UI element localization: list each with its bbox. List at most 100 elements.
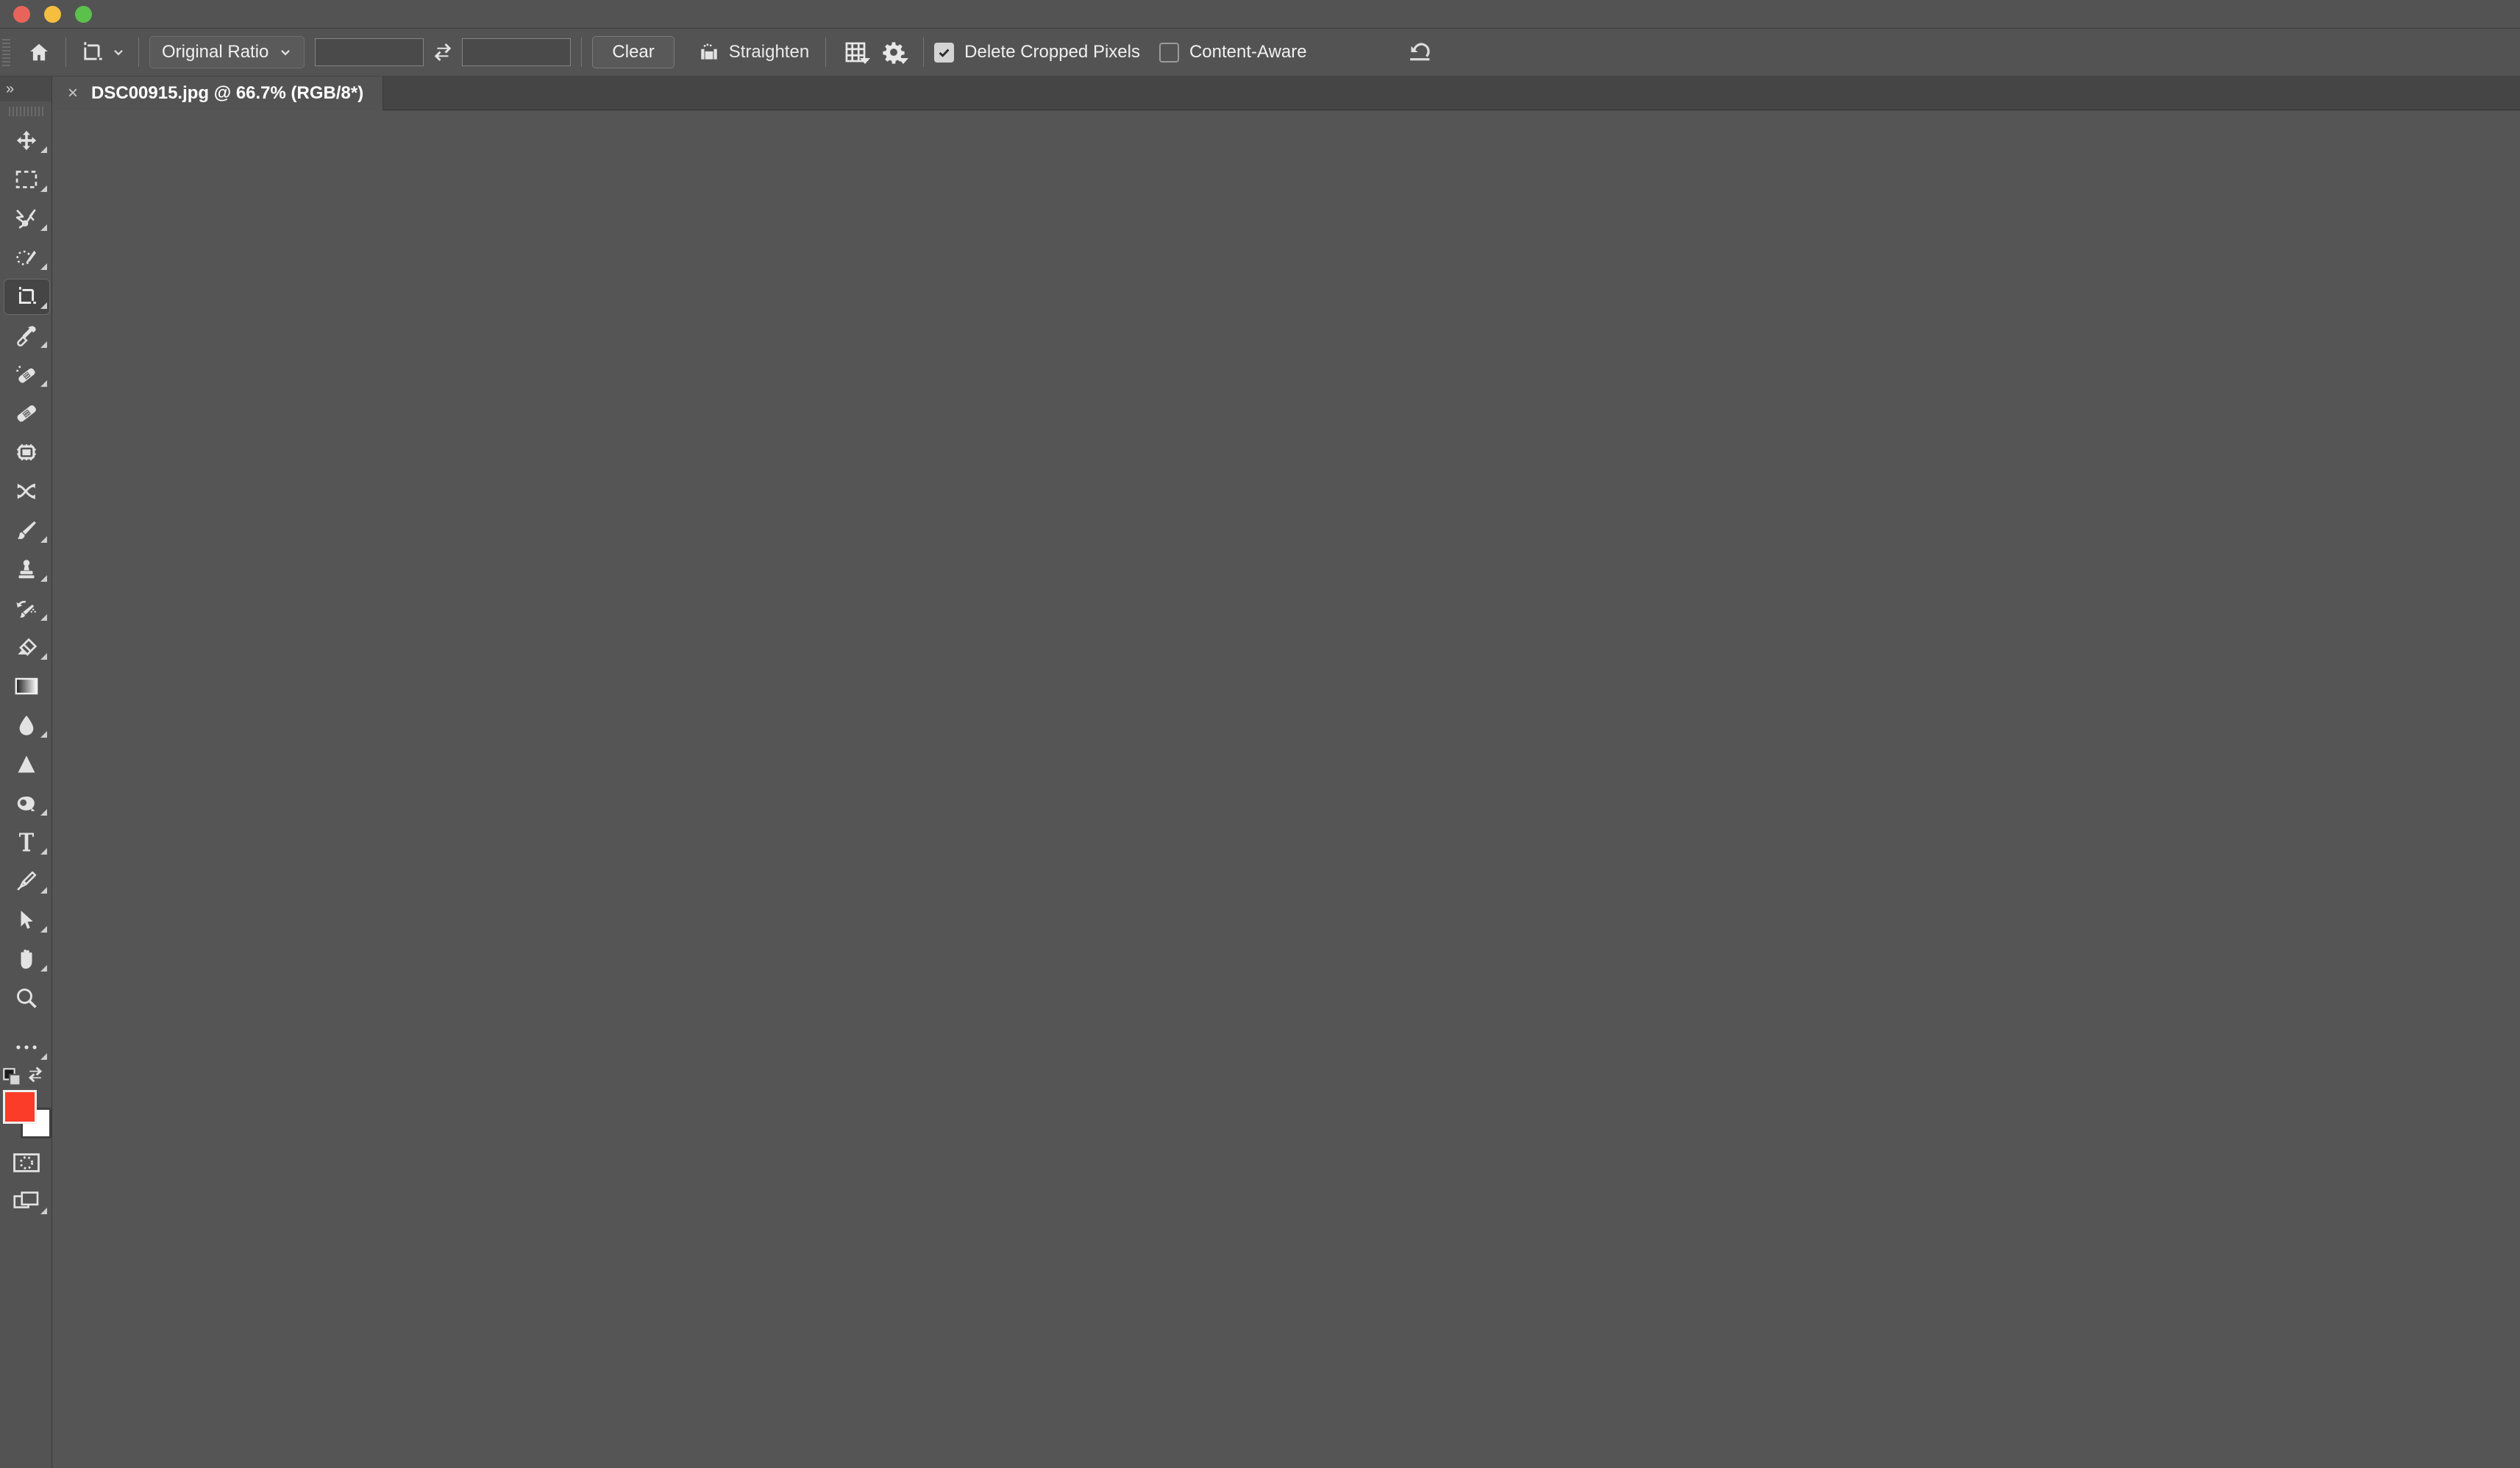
foreground-color-swatch[interactable] xyxy=(3,1090,37,1124)
screen-mode-icon xyxy=(13,1191,38,1208)
aspect-ratio-value: Original Ratio xyxy=(162,42,269,62)
crop-tool-icon xyxy=(84,42,102,60)
canvas-workspace[interactable] xyxy=(53,110,2520,1468)
expand-panel-button[interactable]: » xyxy=(0,76,51,101)
reset-undo-icon[interactable] xyxy=(1398,35,1442,69)
chevron-down-icon xyxy=(114,49,123,56)
tools-panel: » xyxy=(0,76,52,1468)
separator xyxy=(581,38,583,67)
separator xyxy=(138,38,139,67)
home-icon[interactable] xyxy=(23,36,55,68)
ellipsis-icon xyxy=(15,1044,37,1050)
sidebar-tool-brush[interactable] xyxy=(0,510,52,549)
sponge-icon xyxy=(17,796,35,811)
sidebar-tool-dodge[interactable] xyxy=(0,744,52,783)
sidebar-tool-hand[interactable] xyxy=(0,939,52,978)
content-aware-option[interactable]: Content-Aware xyxy=(1158,36,1307,68)
content-aware-checkbox[interactable] xyxy=(1158,42,1179,63)
sidebar-tool-pen[interactable] xyxy=(0,861,52,900)
sidebar-tool-eyedropper[interactable] xyxy=(0,316,52,354)
color-control-row xyxy=(0,1066,52,1086)
gradient-icon xyxy=(15,677,38,694)
tools-panel-drag-handle[interactable] xyxy=(0,101,51,121)
crop-width-input[interactable] xyxy=(315,38,424,66)
quick-mask-icon xyxy=(13,1152,40,1172)
swap-colors-icon[interactable] xyxy=(26,1066,45,1087)
expand-chevrons-icon: » xyxy=(6,80,14,97)
shuffle-icon xyxy=(17,482,35,499)
delete-cropped-pixels-option[interactable]: Delete Cropped Pixels xyxy=(934,36,1140,68)
sidebar-tool-history-brush[interactable] xyxy=(0,588,52,627)
close-icon[interactable]: × xyxy=(68,85,78,102)
separator xyxy=(923,38,925,67)
crop-height-input[interactable] xyxy=(462,38,572,66)
minimize-window-button[interactable] xyxy=(44,6,61,23)
separator xyxy=(65,38,66,67)
sidebar-tool-lasso[interactable] xyxy=(0,199,52,238)
sidebar-tool-blur[interactable] xyxy=(0,705,52,744)
marquee-icon xyxy=(15,170,37,188)
sidebar-tool-gradient[interactable] xyxy=(0,666,52,705)
traffic-light-group xyxy=(13,6,92,23)
crop-icon xyxy=(18,286,36,304)
quick-select-icon xyxy=(15,250,36,266)
chevron-down-icon xyxy=(281,49,291,56)
dodge-cone-icon xyxy=(18,755,35,772)
quick-mask-mode-button[interactable] xyxy=(0,1143,52,1182)
close-window-button[interactable] xyxy=(13,6,30,23)
sidebar-tool-remove[interactable] xyxy=(0,432,52,471)
document-tab[interactable]: × DSC00915.jpg @ 66.7% (RGB/8*) xyxy=(53,76,384,110)
checkmark-icon xyxy=(939,48,950,57)
separator xyxy=(825,38,827,67)
content-aware-label: Content-Aware xyxy=(1189,42,1307,62)
straighten-label: Straighten xyxy=(728,42,810,62)
remove-tool-icon xyxy=(16,443,36,460)
sidebar-tool-path-selection[interactable] xyxy=(0,900,52,939)
pen-nib-icon xyxy=(16,871,36,891)
eyedropper-icon xyxy=(16,325,36,346)
clear-button[interactable]: Clear xyxy=(592,36,675,68)
delete-cropped-pixels-label: Delete Cropped Pixels xyxy=(964,42,1140,62)
sidebar-tool-sponge[interactable] xyxy=(0,783,52,822)
sidebar-tool-spot-healing-brush[interactable] xyxy=(0,354,52,393)
document-tab-title: DSC00915.jpg @ 66.7% (RGB/8*) xyxy=(91,83,364,103)
straighten-icon xyxy=(701,43,717,60)
aspect-ratio-dropdown[interactable]: Original Ratio xyxy=(149,36,305,68)
straighten-button[interactable]: Straighten xyxy=(692,36,815,68)
stamp-icon xyxy=(18,559,34,578)
magnifier-icon xyxy=(16,988,37,1008)
sidebar-tool-zoom[interactable] xyxy=(0,978,52,1017)
gear-icon[interactable] xyxy=(875,36,913,68)
sidebar-tool-clone-stamp[interactable] xyxy=(0,549,52,588)
document-tab-bar: × DSC00915.jpg @ 66.7% (RGB/8*) xyxy=(53,76,2520,110)
hand-icon xyxy=(21,949,32,969)
spot-healing-icon xyxy=(15,365,35,383)
sidebar-tool-move[interactable] xyxy=(0,121,52,160)
maximize-window-button[interactable] xyxy=(75,6,92,23)
brush-icon xyxy=(17,521,36,539)
color-swatches xyxy=(0,1086,52,1143)
bandage-icon xyxy=(17,405,36,421)
text-t-icon xyxy=(18,833,34,851)
blur-droplet-icon xyxy=(19,715,33,735)
window-title-bar xyxy=(0,0,2520,29)
sidebar-tool-healing-brush[interactable] xyxy=(0,393,52,432)
history-brush-icon xyxy=(15,600,36,618)
swap-arrows-icon[interactable] xyxy=(424,36,462,68)
grid-overlay-icon[interactable] xyxy=(836,36,875,68)
delete-cropped-pixels-checkbox[interactable] xyxy=(934,42,955,63)
sidebar-tool-object-selection[interactable] xyxy=(0,238,52,277)
screen-mode-button[interactable] xyxy=(0,1182,52,1221)
sidebar-tool-crop[interactable] xyxy=(0,277,52,316)
options-bar-drag-handle[interactable] xyxy=(2,38,11,67)
tool-preset-picker[interactable] xyxy=(76,35,128,69)
sidebar-tool-type[interactable] xyxy=(0,822,52,861)
lasso-icon xyxy=(15,209,35,229)
sidebar-tool-eraser[interactable] xyxy=(0,627,52,666)
eraser-icon xyxy=(17,638,37,656)
sidebar-tool-rectangular-marquee[interactable] xyxy=(0,160,52,199)
tool-options-bar: Original Ratio Clear Straighten Delete C… xyxy=(0,29,2520,76)
sidebar-tool-shuffle[interactable] xyxy=(0,471,52,510)
sidebar-tool-edit-toolbar[interactable] xyxy=(0,1027,52,1066)
